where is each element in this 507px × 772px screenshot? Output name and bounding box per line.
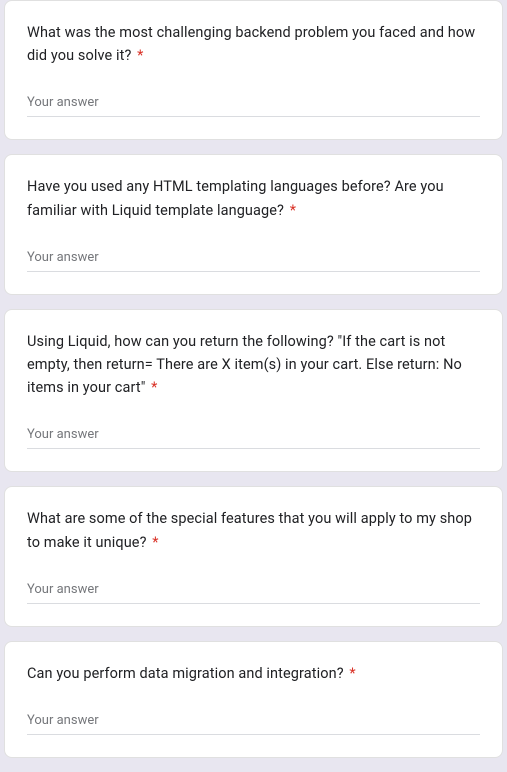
required-marker: * (349, 665, 355, 682)
question-card: Can you perform data migration and integ… (4, 641, 503, 758)
question-text: What are some of the special features th… (27, 507, 480, 553)
question-label: What are some of the special features th… (27, 510, 472, 550)
question-label: Can you perform data migration and integ… (27, 665, 344, 682)
question-card: Using Liquid, how can you return the fol… (4, 309, 503, 473)
question-label: Have you used any HTML templating langua… (27, 178, 444, 218)
question-card: Have you used any HTML templating langua… (4, 154, 503, 294)
required-marker: * (290, 202, 296, 219)
question-text: Using Liquid, how can you return the fol… (27, 330, 480, 400)
answer-input[interactable] (27, 423, 480, 449)
question-label: Using Liquid, how can you return the fol… (27, 333, 462, 396)
question-text: Can you perform data migration and integ… (27, 662, 480, 685)
answer-input[interactable] (27, 91, 480, 117)
answer-input[interactable] (27, 578, 480, 604)
answer-input[interactable] (27, 246, 480, 272)
required-marker: * (151, 379, 157, 396)
required-marker: * (152, 534, 158, 551)
answer-input[interactable] (27, 709, 480, 735)
question-text: Have you used any HTML templating langua… (27, 175, 480, 221)
question-text: What was the most challenging backend pr… (27, 21, 480, 67)
question-label: What was the most challenging backend pr… (27, 24, 475, 64)
question-card: What was the most challenging backend pr… (4, 0, 503, 140)
required-marker: * (137, 47, 143, 64)
question-card: What are some of the special features th… (4, 486, 503, 626)
